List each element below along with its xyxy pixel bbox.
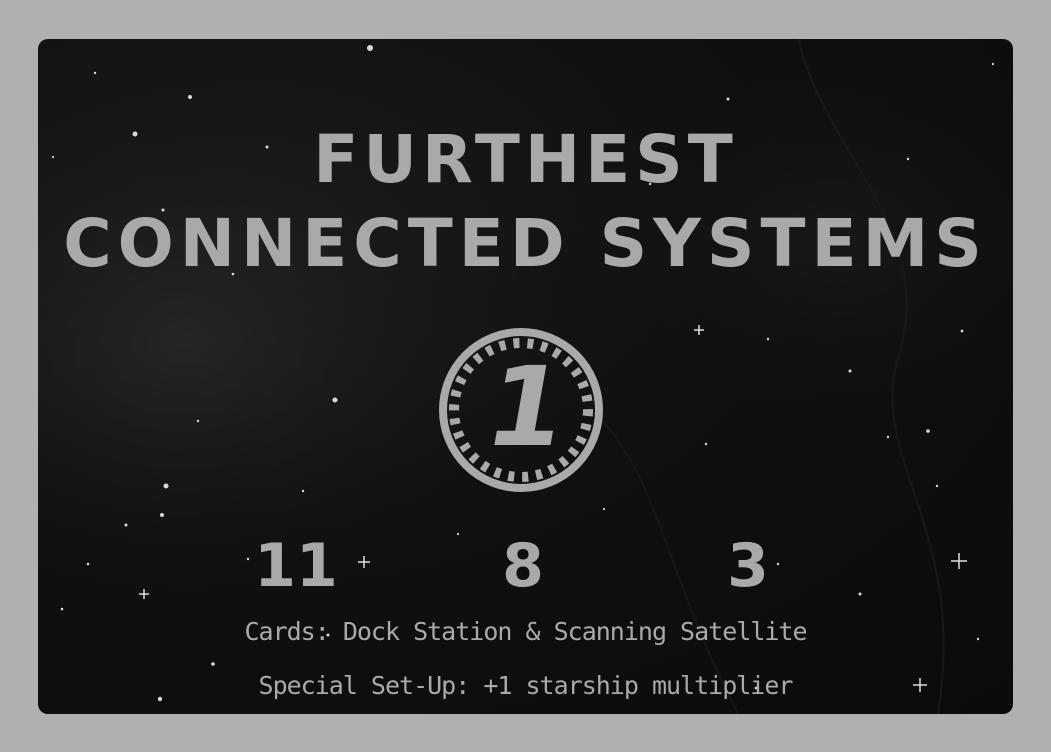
score-third-place: 3: [727, 531, 769, 601]
scoring-values: 11 8 3: [38, 531, 1013, 601]
numbered-gear-badge-icon: 1: [439, 328, 603, 492]
objective-title-line-2: CONNECTED SYSTEMS: [63, 205, 988, 282]
badge-number: 1: [477, 344, 576, 472]
objective-title-line-1: FURTHEST: [313, 121, 738, 198]
score-first-place: 11: [254, 531, 338, 601]
required-cards-text: Cards: Dock Station & Scanning Satellite: [244, 617, 807, 646]
special-setup-text: Special Set-Up: +1 starship multiplier: [258, 671, 794, 700]
score-second-place: 8: [502, 531, 544, 601]
objective-card: FURTHEST CONNECTED SYSTEMS 1 11 8 3 Card…: [38, 39, 1013, 714]
